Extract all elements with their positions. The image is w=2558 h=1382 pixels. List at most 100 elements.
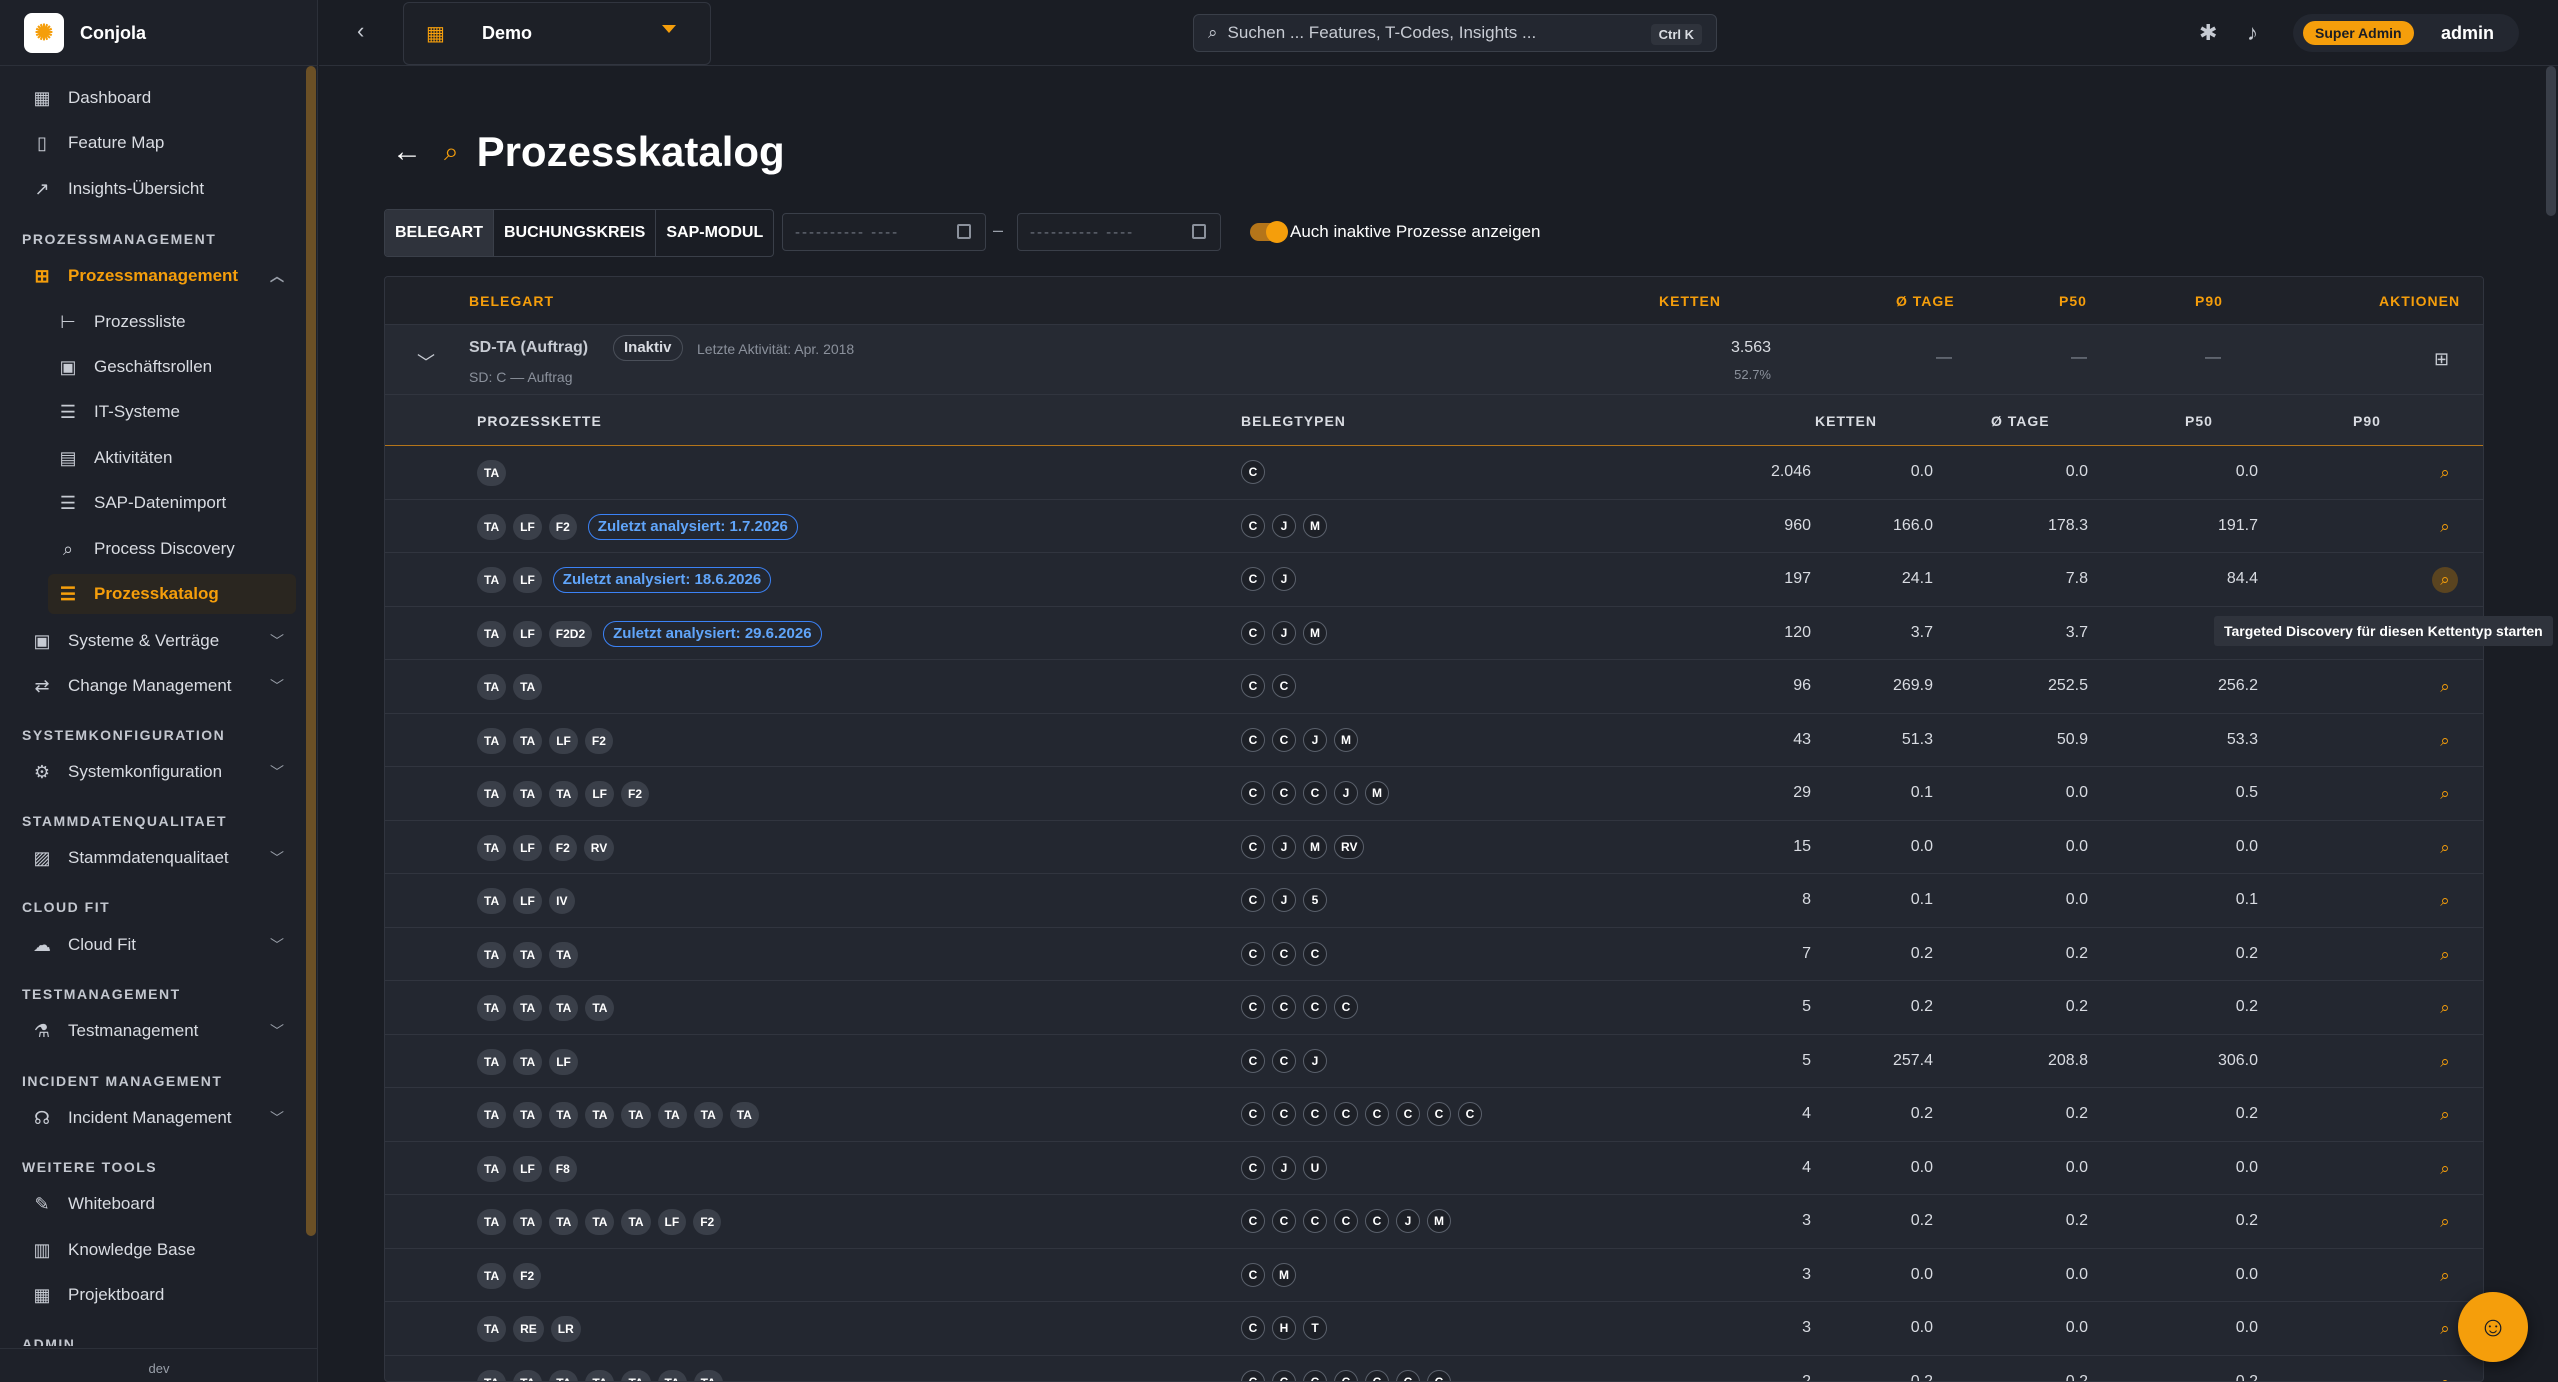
search-input[interactable] (1227, 23, 1608, 43)
nav-systemkonfiguration[interactable]: ⚙ Systemkonfiguration ﹀ (22, 752, 298, 792)
nav-stammdatenqualitaet[interactable]: ▨ Stammdatenqualitaet ﹀ (22, 838, 298, 878)
col-p90[interactable]: P90 (2195, 293, 2223, 309)
col-sub-p90[interactable]: P90 (2353, 413, 2381, 429)
page-scrollbar[interactable] (2546, 66, 2556, 216)
document-type-chip: H (1272, 1316, 1296, 1340)
targeted-discovery-icon[interactable]: ⌕ (2432, 995, 2458, 1021)
nav-feature-map[interactable]: ▯ Feature Map (22, 123, 298, 163)
chain-row[interactable]: TA TA LF F2 C C J M 43 51.3 50.9 53.3 ⌕ (385, 714, 2483, 767)
nav-incident-management[interactable]: ☊ Incident Management ﹀ (22, 1098, 298, 1138)
last-analysed-badge[interactable]: Zuletzt analysiert: 29.6.2026 (603, 620, 822, 647)
nav-systeme-vertraege[interactable]: ▣ Systeme & Verträge ﹀ (22, 621, 298, 661)
hierarchy-icon[interactable]: ⊞ (2434, 349, 2449, 370)
chain-row[interactable]: TA LF F2 RV C J M RV 15 0.0 0.0 0.0 ⌕ (385, 821, 2483, 874)
targeted-discovery-icon[interactable]: ⌕ (2432, 1316, 2458, 1342)
nav-dashboard[interactable]: ▦ Dashboard (22, 78, 298, 118)
bug-icon[interactable]: ✱ (2199, 20, 2217, 46)
group-header-row: BELEGART KETTEN Ø TAGE P50 P90 AKTIONEN (385, 277, 2483, 324)
tab-belegart[interactable]: BELEGART (385, 210, 494, 256)
chain-row[interactable]: TA TA C C 96 269.9 252.5 256.2 ⌕ (385, 660, 2483, 714)
targeted-discovery-icon[interactable]: ⌕ (2432, 835, 2458, 861)
col-sub-ketten[interactable]: KETTEN (1815, 413, 1877, 429)
chain-row[interactable]: TA TA TA TA TA LF F2 C C C C C J M 3 0.2 0.2 0.2 ⌕ (385, 1195, 2483, 1249)
chain-row[interactable]: TATATATATATATACCCCCCC20.20.20.2⌕ (385, 1356, 2483, 1382)
targeted-discovery-icon[interactable]: ⌕ (2432, 1370, 2458, 1382)
calendar-icon[interactable] (957, 224, 971, 239)
col-belegtypen[interactable]: BELEGTYPEN (1241, 413, 1346, 429)
user-menu[interactable]: Super Admin admin (2293, 14, 2519, 52)
belegart-group-row[interactable]: ﹀ SD-TA (Auftrag) Inaktiv Letzte Aktivit… (385, 324, 2483, 394)
chain-row[interactable]: TA LF Zuletzt analysiert: 18.6.2026 C J 197 24… (385, 553, 2483, 607)
nav-aktivitaeten[interactable]: ▤ Aktivitäten (48, 438, 296, 478)
sidebar-scrollbar[interactable] (306, 66, 316, 1236)
chain-row[interactable]: TA TA TA C C C 7 0.2 0.2 0.2 ⌕ (385, 928, 2483, 981)
targeted-discovery-icon[interactable]: ⌕ (2432, 942, 2458, 968)
chain-step-chip: TA (549, 1102, 579, 1128)
nav-process-discovery[interactable]: ⌕ Process Discovery (48, 529, 296, 569)
bell-icon[interactable]: ♪ (2247, 20, 2258, 46)
chain-row[interactable]: TA TA TA LF F2 C C C J M 29 0.1 0.0 0.5 ⌕ (385, 767, 2483, 821)
chain-row[interactable]: TA LF F8 C J U 4 0.0 0.0 0.0 ⌕ (385, 1142, 2483, 1195)
targeted-discovery-icon[interactable]: ⌕ (2432, 674, 2458, 700)
nav-geschaeftsrollen[interactable]: ▣ Geschäftsrollen (48, 347, 296, 387)
targeted-discovery-icon[interactable]: ⌕ (2432, 1156, 2458, 1182)
nav-it-systeme[interactable]: ☰ IT-Systeme (48, 392, 296, 432)
targeted-discovery-icon[interactable]: ⌕ (2432, 1209, 2458, 1235)
assistant-robot-icon[interactable]: ☺ (2458, 1292, 2528, 1362)
chain-row[interactable]: TA F2 C M 3 0.0 0.0 0.0 ⌕ (385, 1249, 2483, 1302)
nav-whiteboard[interactable]: ✎ Whiteboard (22, 1184, 298, 1224)
back-arrow-icon[interactable]: ← (392, 135, 422, 169)
chain-row[interactable]: TA TA TA TA TA TA TA TA C C C C C C C C 4 0.2 0.2 0.2 ⌕ (385, 1088, 2483, 1142)
date-from-field[interactable]: ---------- ---- (782, 213, 986, 251)
date-to-field[interactable]: ---------- ---- (1017, 213, 1221, 251)
chain-row[interactable]: TA TA TA TA C C C C 5 0.2 0.2 0.2 ⌕ (385, 981, 2483, 1035)
chain-row[interactable]: TA TA LF C C J 5 257.4 208.8 306.0 ⌕ (385, 1035, 2483, 1088)
chain-row[interactable]: TA C 2.046 0.0 0.0 0.0 ⌕ (385, 446, 2483, 500)
col-prozesskette[interactable]: PROZESSKETTE (477, 413, 602, 429)
targeted-discovery-icon[interactable]: ⌕ (2432, 1263, 2458, 1289)
cell-p50: 7.8 (2065, 570, 2088, 587)
global-search[interactable]: ⌕ Ctrl K (1193, 14, 1717, 52)
nav-sap-datenimport[interactable]: ☰ SAP-Datenimport (48, 483, 296, 523)
col-belegart[interactable]: BELEGART (469, 293, 554, 309)
targeted-discovery-icon[interactable]: ⌕ (2432, 728, 2458, 754)
chain-row[interactable]: TA LF IV C J 5 8 0.1 0.0 0.1 ⌕ (385, 874, 2483, 928)
targeted-discovery-icon[interactable]: ⌕ (2432, 781, 2458, 807)
inactive-toggle[interactable] (1250, 221, 1288, 243)
col-sub-p50[interactable]: P50 (2185, 413, 2213, 429)
last-analysed-badge[interactable]: Zuletzt analysiert: 1.7.2026 (587, 513, 798, 540)
nav-knowledge-base[interactable]: ▥ Knowledge Base (22, 1230, 298, 1270)
nav-prozesskatalog[interactable]: ☰ Prozesskatalog (48, 574, 296, 614)
nav-prozessmanagement[interactable]: ⊞ Prozessmanagement ︿ (22, 256, 298, 296)
cell-p90: 256.2 (2217, 677, 2258, 694)
cell-ketten: 96 (1793, 677, 1811, 694)
nav-change-management[interactable]: ⇄ Change Management ﹀ (22, 666, 298, 706)
targeted-discovery-icon[interactable]: ⌕ (2432, 1049, 2458, 1075)
chain-row[interactable]: TA RE LR C H T 3 0.0 0.0 0.0 ⌕ (385, 1302, 2483, 1356)
col-sub-tage[interactable]: Ø TAGE (1991, 413, 2050, 429)
collapse-sidebar-chevron-icon[interactable]: ‹ (357, 18, 364, 44)
targeted-discovery-icon[interactable]: ⌕ (2432, 888, 2458, 914)
nav-testmanagement[interactable]: ⚗ Testmanagement ﹀ (22, 1011, 298, 1051)
chain-row[interactable]: TA LF F2 Zuletzt analysiert: 1.7.2026 C J M 960… (385, 500, 2483, 553)
last-analysed-badge[interactable]: Zuletzt analysiert: 18.6.2026 (552, 567, 772, 593)
chevron-down-icon[interactable]: ﹀ (417, 349, 435, 375)
tab-sap-modul[interactable]: SAP-MODUL (656, 210, 773, 256)
tenant-selector[interactable]: ▦ Demo (403, 2, 711, 65)
brand[interactable]: ✺ Conjola (24, 12, 146, 54)
nav-cloud-fit[interactable]: ☁ Cloud Fit ﹀ (22, 925, 298, 965)
col-p50[interactable]: P50 (2059, 293, 2087, 309)
chain-row[interactable]: TA LF F2D2 Zuletzt analysiert: 29.6.2026 C J M… (385, 607, 2483, 660)
nav-projektboard[interactable]: ▦ Projektboard (22, 1275, 298, 1315)
nav-insights[interactable]: ↗ Insights-Übersicht (22, 169, 298, 209)
document-type-chip: J (1303, 727, 1327, 752)
tab-buchungskreis[interactable]: BUCHUNGSKREIS (494, 210, 657, 256)
targeted-discovery-icon[interactable]: ⌕ (2432, 567, 2458, 593)
targeted-discovery-icon[interactable]: ⌕ (2432, 514, 2458, 540)
col-ketten[interactable]: KETTEN (1659, 293, 1721, 309)
calendar-icon[interactable] (1192, 224, 1206, 239)
targeted-discovery-icon[interactable]: ⌕ (2432, 1102, 2458, 1128)
col-tage[interactable]: Ø TAGE (1896, 293, 1955, 309)
nav-prozessliste[interactable]: ⊢ Prozessliste (48, 302, 296, 342)
targeted-discovery-icon[interactable]: ⌕ (2432, 460, 2458, 486)
